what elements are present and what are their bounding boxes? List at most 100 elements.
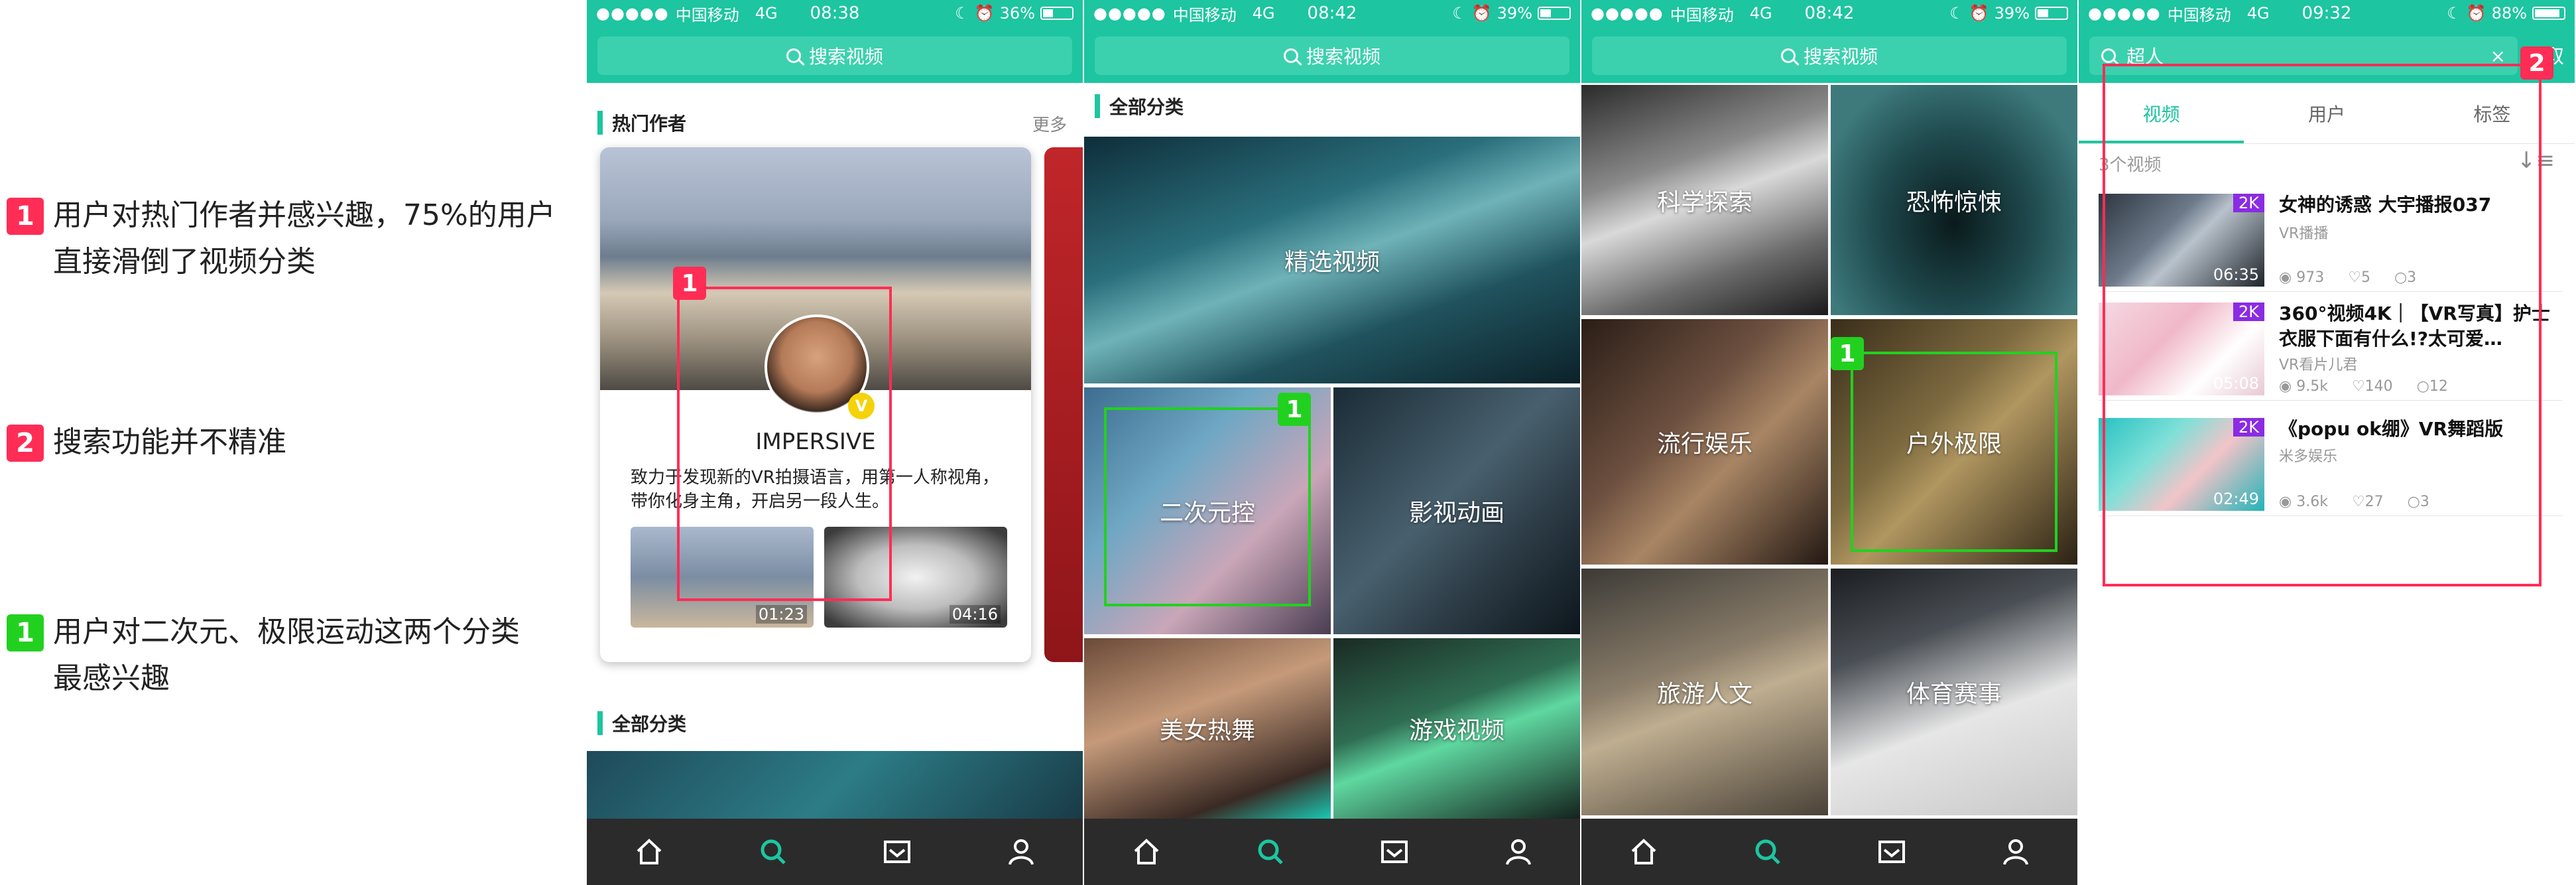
video-duration: 01:23 (755, 605, 807, 624)
search-icon (1283, 48, 1298, 63)
cancel-button[interactable]: 取 (2544, 40, 2564, 69)
like-count: 140 (2364, 378, 2393, 395)
video-author: VR播播 (2279, 226, 2329, 242)
view-count: 973 (2296, 269, 2325, 286)
category-label: 美女热舞 (1159, 717, 1255, 744)
search-icon (1780, 48, 1796, 63)
video-thumbnail: 2K 02:49 (2099, 418, 2264, 511)
video-author: VR看片儿君 (2279, 357, 2358, 374)
note-text: 用户对二次元、极限运动这两个分类最感兴趣 (53, 615, 520, 695)
list-item[interactable]: 2K 02:49 《popu ok绷》VR舞蹈版 米多娱乐 ◉ 3.6k ♡27… (2099, 411, 2563, 516)
category-tile-anime[interactable]: 二次元控 (1084, 387, 1331, 634)
note-categories: 1 用户对二次元、极限运动这两个分类最感兴趣 (7, 609, 530, 702)
user-icon (1505, 839, 1531, 865)
comment-count: 3 (2420, 494, 2429, 510)
author-card[interactable]: V IMPERSIVE 致力于发现新的VR拍摄语言，用第一人称视角，带你化身主角… (600, 147, 1031, 662)
home-tab[interactable] (629, 832, 669, 872)
category-tile-sports[interactable]: 体育赛事 (1831, 569, 2077, 815)
home-icon (1134, 839, 1158, 864)
note-search: 2 搜索功能并不精准 (7, 419, 286, 466)
category-tile-film[interactable]: 影视动画 (1333, 387, 1580, 634)
video-title: 360°视频4K｜【VR写真】护士衣服下面有什么!?太可爱… (2279, 303, 2550, 350)
next-author-card[interactable] (1044, 147, 1083, 662)
category-tile-dance[interactable]: 美女热舞 (1084, 638, 1331, 819)
category-label: 户外极限 (1906, 431, 2002, 458)
comment-icon: ○ (2407, 494, 2420, 510)
section-title: 全部分类 (612, 713, 687, 735)
comment-icon: ○ (2394, 269, 2408, 286)
clock: 09:32 (2301, 3, 2352, 23)
like-count: 5 (2361, 269, 2370, 286)
video-stats: ◉ 3.6k ♡27 ○3 (2279, 494, 2429, 510)
header: ●●●●● 中国移动 4G 08:42 ☾ ⏰ 39% 搜索视频 (1581, 0, 2077, 83)
section-marker (597, 111, 603, 135)
category-tile-horror[interactable]: 恐怖惊悚 (1831, 85, 2077, 315)
search-bar[interactable]: 搜索视频 (597, 36, 1072, 75)
category-tile-outdoor[interactable]: 户外极限 (1831, 319, 2077, 565)
phone-home: ●●●●● 中国移动 4G 08:38 ☾ ⏰ 36% 搜索视频 热门作者 更多 (587, 0, 1083, 885)
video-author: 米多娱乐 (2279, 448, 2338, 465)
note-number-badge: 2 (7, 425, 44, 462)
inbox-tab[interactable] (1375, 832, 1414, 872)
search-placeholder: 搜索视频 (1803, 46, 1878, 68)
battery-icon (2532, 7, 2565, 20)
category-label: 体育赛事 (1906, 681, 2002, 708)
like-count: 27 (2364, 494, 2384, 510)
tab-tags[interactable]: 标签 (2410, 83, 2575, 143)
clear-icon[interactable]: × (2490, 45, 2506, 67)
category-label: 精选视频 (1284, 249, 1380, 276)
video-thumbnail[interactable]: 01:23 (631, 527, 814, 628)
home-icon (1631, 839, 1656, 864)
clock: 08:42 (1307, 3, 1357, 23)
category-label: 恐怖惊悚 (1906, 188, 2002, 216)
category-label: 流行娱乐 (1656, 431, 1752, 458)
search-bar[interactable]: 搜索视频 (1095, 36, 1569, 75)
section-marker (1095, 94, 1100, 118)
header: ●●●●● 中国移动 4G 08:42 ☾ ⏰ 39% 搜索视频 (1084, 0, 1580, 83)
profile-tab[interactable] (1499, 832, 1538, 872)
home-tab[interactable] (1127, 832, 1166, 872)
search-tab[interactable] (1251, 832, 1290, 872)
search-icon (1258, 839, 1283, 864)
search-input[interactable]: 超人 × (2089, 36, 2518, 75)
video-stats: ◉ 973 ♡5 ○3 (2279, 269, 2416, 286)
list-item[interactable]: 2K 06:35 女神的诱惑 大宇播报037 VR播播 ◉ 973 ♡5 ○3 (2099, 187, 2563, 292)
header: ●●●●● 中国移动 4G 09:32 ☾ ⏰ 88% 超人 × 取 (2079, 0, 2575, 83)
phone-search-results: ●●●●● 中国移动 4G 09:32 ☾ ⏰ 88% 超人 × 取 视频 用户 (2079, 0, 2575, 885)
list-item[interactable]: 2K 05:08 360°视频4K｜【VR写真】护士衣服下面有什么!?太可爱… … (2099, 296, 2563, 401)
category-tile-featured[interactable]: 精选视频 (1084, 137, 1580, 383)
category-tile-travel[interactable]: 旅游人文 (1581, 569, 1828, 815)
search-placeholder: 搜索视频 (1306, 46, 1380, 68)
tab-users[interactable]: 用户 (2244, 83, 2409, 143)
search-icon (761, 839, 786, 864)
inbox-tab[interactable] (877, 832, 917, 872)
more-link[interactable]: 更多 (1032, 111, 1067, 136)
video-thumbnail[interactable]: 04:16 (824, 527, 1007, 628)
tab-bar (587, 819, 1083, 885)
search-bar[interactable]: 搜索视频 (1592, 36, 2067, 75)
clock: 08:42 (1804, 3, 1855, 23)
home-tab[interactable] (1624, 832, 1664, 872)
profile-tab[interactable] (1996, 832, 2036, 872)
search-tab[interactable] (1748, 832, 1788, 872)
search-tab[interactable] (753, 832, 793, 872)
category-tile-entertainment[interactable]: 流行娱乐 (1581, 319, 1828, 565)
eye-icon: ◉ (2279, 494, 2292, 510)
heart-icon: ♡ (2351, 378, 2365, 395)
phone-categories: ●●●●● 中国移动 4G 08:42 ☾ ⏰ 39% 搜索视频 全部分类 精选… (1084, 0, 1580, 885)
category-tile-games[interactable]: 游戏视频 (1333, 638, 1580, 819)
heart-icon: ♡ (2351, 494, 2365, 510)
status-bar: ●●●●● 中国移动 4G 08:42 ☾ ⏰ 39% (1581, 0, 2077, 27)
eye-icon: ◉ (2279, 269, 2292, 286)
search-icon (786, 48, 801, 63)
tab-videos[interactable]: 视频 (2079, 83, 2244, 143)
inbox-icon (1380, 841, 1408, 863)
section-marker (597, 711, 603, 735)
category-tile-science[interactable]: 科学探索 (1581, 85, 1828, 315)
status-bar: ●●●●● 中国移动 4G 09:32 ☾ ⏰ 88% (2079, 0, 2575, 27)
view-count: 9.5k (2296, 378, 2328, 395)
status-bar: ●●●●● 中国移动 4G 08:42 ☾ ⏰ 39% (1084, 0, 1580, 27)
profile-tab[interactable] (1001, 832, 1041, 872)
inbox-tab[interactable] (1872, 832, 1912, 872)
sort-icon[interactable]: ↓≡ (2517, 147, 2555, 174)
